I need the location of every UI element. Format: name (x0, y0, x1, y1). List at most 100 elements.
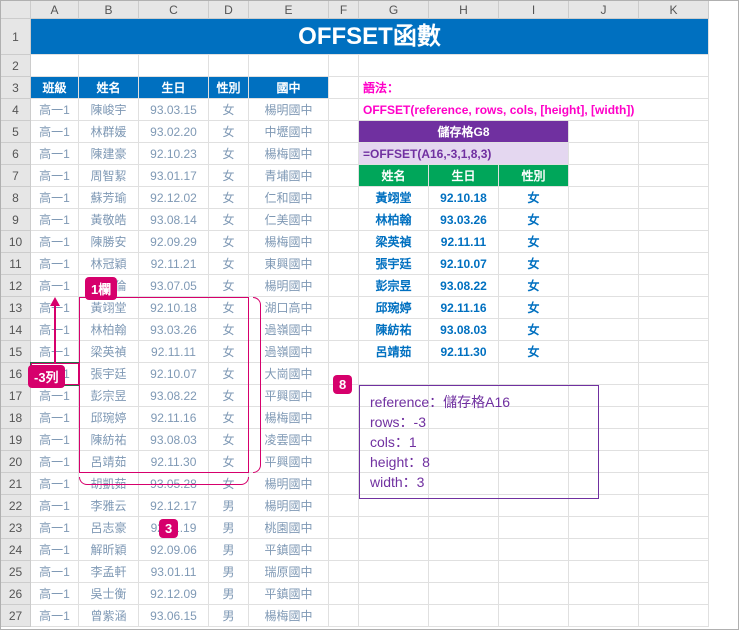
cell[interactable]: 男 (209, 539, 249, 561)
cell[interactable]: 高一1 (31, 187, 79, 209)
cell[interactable]: 男 (209, 605, 249, 627)
row-header-2[interactable]: 2 (1, 55, 31, 77)
cell[interactable]: 92.11.11 (429, 231, 499, 253)
cell[interactable]: 班級 (31, 77, 79, 99)
cell[interactable]: 楊梅國中 (249, 143, 329, 165)
cell[interactable]: 高一1 (31, 517, 79, 539)
cell[interactable]: 女 (209, 209, 249, 231)
cell[interactable] (569, 583, 639, 605)
cell[interactable]: 青埔國中 (249, 165, 329, 187)
col-header-B[interactable]: B (79, 1, 139, 19)
cell[interactable]: 楊明國中 (249, 275, 329, 297)
cell[interactable] (639, 407, 709, 429)
cell[interactable]: 中壢國中 (249, 121, 329, 143)
cell[interactable]: 林冠穎 (79, 253, 139, 275)
cell[interactable]: 張宇廷 (359, 253, 429, 275)
cell[interactable] (31, 55, 79, 77)
cell[interactable]: 女 (499, 341, 569, 363)
row-header-26[interactable]: 26 (1, 583, 31, 605)
cell[interactable]: 92.11.30 (429, 341, 499, 363)
cell[interactable]: 陳峻宇 (79, 99, 139, 121)
row-header-8[interactable]: 8 (1, 187, 31, 209)
cell[interactable]: 林柏翰 (79, 319, 139, 341)
cell[interactable] (639, 297, 709, 319)
cell[interactable]: 彭宗昱 (359, 275, 429, 297)
cell[interactable] (569, 231, 639, 253)
cell[interactable]: 女 (209, 99, 249, 121)
cell[interactable]: 女 (499, 319, 569, 341)
cell[interactable]: 生日 (429, 165, 499, 187)
col-header-C[interactable]: C (139, 1, 209, 19)
cell[interactable] (569, 275, 639, 297)
cell[interactable] (499, 539, 569, 561)
cell[interactable]: 92.12.17 (139, 495, 209, 517)
cell[interactable] (329, 583, 359, 605)
cell[interactable] (639, 275, 709, 297)
cell[interactable]: 92.11.11 (139, 341, 209, 363)
cell[interactable]: 93.08.03 (139, 429, 209, 451)
cell[interactable]: 93.03.26 (429, 209, 499, 231)
cell[interactable]: 女 (499, 187, 569, 209)
cell[interactable] (329, 451, 359, 473)
cell[interactable]: 高一1 (31, 539, 79, 561)
cell[interactable]: 男 (209, 517, 249, 539)
cell[interactable]: 楊明國中 (249, 99, 329, 121)
cell[interactable] (329, 165, 359, 187)
row-header-17[interactable]: 17 (1, 385, 31, 407)
cell[interactable]: 黃翊堂 (359, 187, 429, 209)
cell[interactable]: 女 (209, 275, 249, 297)
cell[interactable]: 性別 (499, 165, 569, 187)
cell[interactable]: 93.03.15 (139, 99, 209, 121)
cell[interactable]: 彭宗昱 (79, 385, 139, 407)
cell[interactable]: 林群媛 (79, 121, 139, 143)
cell[interactable] (329, 209, 359, 231)
cell[interactable] (569, 143, 639, 165)
cell[interactable]: 女 (499, 275, 569, 297)
cell[interactable] (569, 187, 639, 209)
cell[interactable]: 93.03.26 (139, 319, 209, 341)
cell[interactable]: 高一1 (31, 451, 79, 473)
cell[interactable]: 姓名 (79, 77, 139, 99)
cell[interactable]: 李孟軒 (79, 561, 139, 583)
cell[interactable] (329, 143, 359, 165)
cell[interactable]: 楊梅國中 (249, 407, 329, 429)
cell[interactable]: 楊梅國中 (249, 605, 329, 627)
cell[interactable] (329, 55, 359, 77)
row-header-10[interactable]: 10 (1, 231, 31, 253)
cell[interactable] (569, 363, 639, 385)
cell[interactable]: OFFSET(reference, rows, cols, [height], … (359, 99, 709, 121)
cell[interactable] (639, 253, 709, 275)
cell[interactable] (359, 363, 429, 385)
row-header-25[interactable]: 25 (1, 561, 31, 583)
row-header-3[interactable]: 3 (1, 77, 31, 99)
row-header-23[interactable]: 23 (1, 517, 31, 539)
cell[interactable]: 92.09.29 (139, 231, 209, 253)
cell[interactable]: 男 (209, 495, 249, 517)
cell[interactable]: 女 (499, 253, 569, 275)
cell[interactable]: 陳建豪 (79, 143, 139, 165)
cell[interactable] (639, 341, 709, 363)
cell[interactable] (639, 165, 709, 187)
cell[interactable] (639, 539, 709, 561)
cell[interactable]: 邱琬婷 (79, 407, 139, 429)
col-header-I[interactable]: I (499, 1, 569, 19)
cell[interactable]: 92.12.09 (139, 583, 209, 605)
cell[interactable]: 高一1 (31, 495, 79, 517)
col-header-H[interactable]: H (429, 1, 499, 19)
cell[interactable]: 女 (209, 297, 249, 319)
cell[interactable] (329, 319, 359, 341)
cell[interactable]: 高一1 (31, 583, 79, 605)
row-header-6[interactable]: 6 (1, 143, 31, 165)
row-header-4[interactable]: 4 (1, 99, 31, 121)
row-header-16[interactable]: 16 (1, 363, 31, 385)
cell[interactable]: 國中 (249, 77, 329, 99)
cell[interactable]: 93.08.03 (429, 319, 499, 341)
cell[interactable] (569, 561, 639, 583)
cell[interactable] (639, 319, 709, 341)
cell[interactable]: 李雅云 (79, 495, 139, 517)
cell[interactable] (329, 341, 359, 363)
cell[interactable]: 女 (209, 187, 249, 209)
col-header-F[interactable]: F (329, 1, 359, 19)
cell[interactable]: 92.10.18 (139, 297, 209, 319)
cell[interactable] (429, 561, 499, 583)
